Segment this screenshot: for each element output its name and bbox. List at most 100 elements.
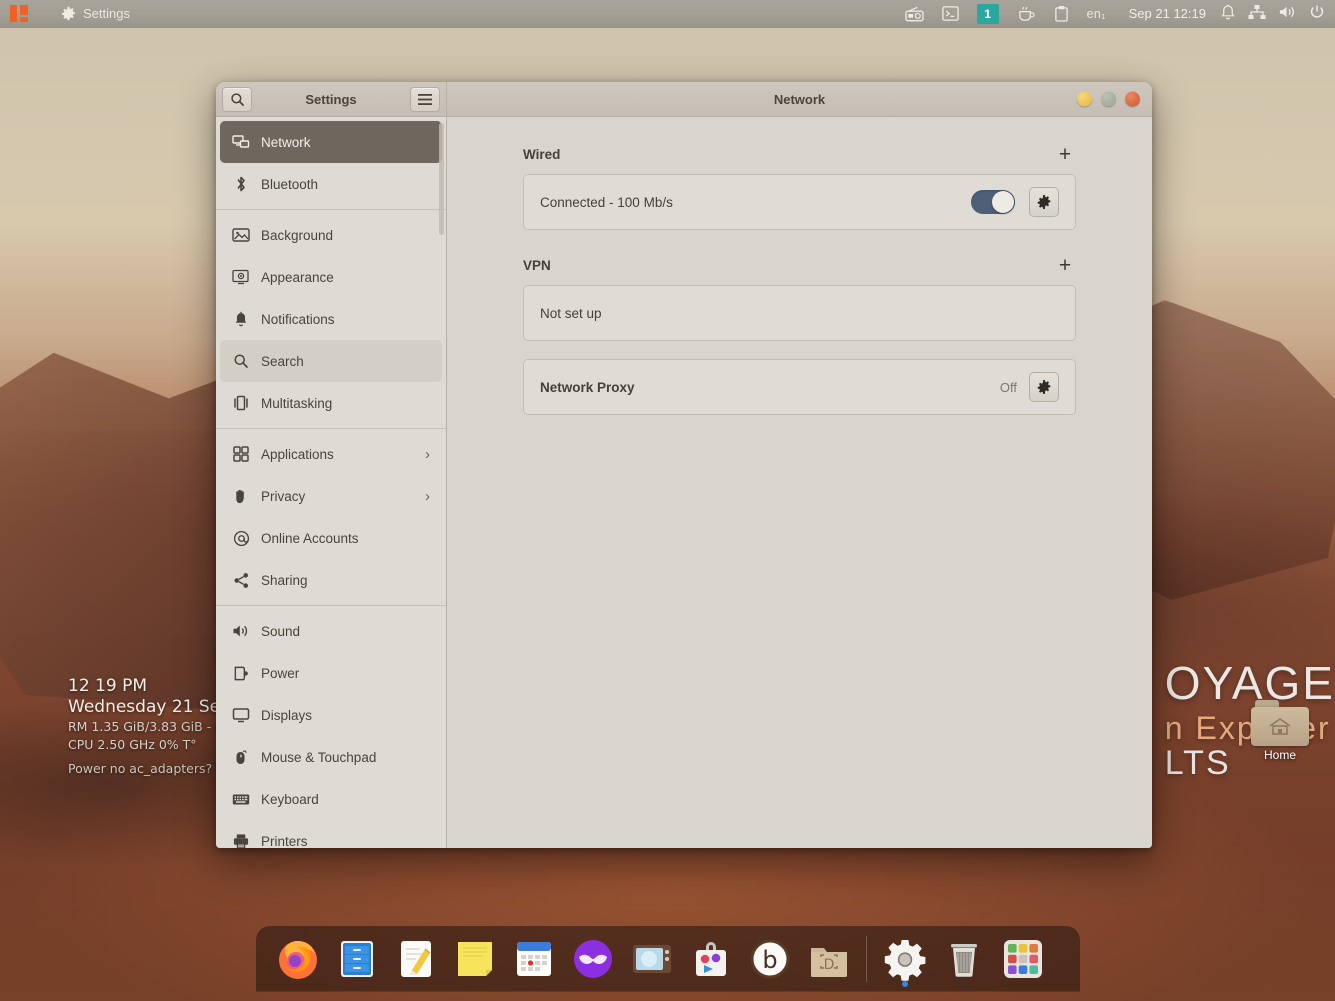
minimize-button[interactable] <box>1077 92 1092 107</box>
sidebar-item-notifications[interactable]: Notifications <box>220 298 442 340</box>
language-indicator[interactable]: en₁ <box>1087 7 1106 21</box>
search-button[interactable] <box>222 87 252 112</box>
sidebar-item-label: Multitasking <box>261 396 430 411</box>
clipboard-icon[interactable] <box>1054 5 1069 22</box>
sidebar-item-label: Appearance <box>261 270 430 285</box>
volume-icon[interactable] <box>1278 4 1297 23</box>
settings-sidebar[interactable]: Network Bluetooth <box>216 117 447 848</box>
sidebar-headerbar: Settings <box>216 82 447 116</box>
conky-date: Wednesday 21 Sep <box>68 697 237 718</box>
sidebar-item-label: Keyboard <box>261 792 430 807</box>
sidebar-item-sharing[interactable]: Sharing <box>220 559 442 601</box>
sidebar-item-network[interactable]: Network <box>220 121 442 163</box>
sidebar-item-applications[interactable]: Applications › <box>220 433 442 475</box>
dock-item-settings[interactable] <box>878 933 931 986</box>
dock-item-files[interactable] <box>330 933 383 986</box>
sidebar-separator <box>216 605 446 606</box>
dock-item-boxes[interactable]: b <box>743 933 796 986</box>
background-image-icon <box>232 226 250 244</box>
active-app-menu[interactable]: Settings <box>61 6 130 21</box>
sidebar-separator <box>216 428 446 429</box>
network-proxy-settings-button[interactable] <box>1029 372 1059 402</box>
wired-settings-button[interactable] <box>1029 187 1059 217</box>
svg-text:b: b <box>762 946 777 974</box>
wired-title: Wired <box>523 147 560 162</box>
printer-icon <box>232 832 250 848</box>
add-wired-connection-button[interactable]: + <box>1054 143 1076 165</box>
dock-item-media-player[interactable] <box>625 933 678 986</box>
clock[interactable]: Sep 21 12:19 <box>1129 6 1206 21</box>
search-icon <box>232 352 250 370</box>
vpn-row[interactable]: Not set up <box>524 286 1075 340</box>
close-button[interactable] <box>1125 92 1140 107</box>
conky-system-monitor: 12 19 PM Wednesday 21 Sep RM 1.35 GiB/3.… <box>68 676 237 776</box>
wired-section-header: Wired + <box>523 143 1076 165</box>
power-icon[interactable] <box>1309 4 1325 23</box>
dock-item-mask-app[interactable] <box>566 933 619 986</box>
sidebar-item-label: Printers <box>261 834 430 849</box>
sidebar-item-label: Sound <box>261 624 430 639</box>
d-folder-icon: D <box>807 937 851 981</box>
network-icon[interactable] <box>1248 4 1266 23</box>
wired-status-label: Connected - 100 Mb/s <box>540 195 971 210</box>
sidebar-item-printers[interactable]: Printers <box>220 820 442 848</box>
bluetooth-icon <box>232 175 250 193</box>
dock-item-firefox[interactable] <box>271 933 324 986</box>
ubuntu-squares-logo[interactable] <box>10 5 36 22</box>
sidebar-item-keyboard[interactable]: Keyboard <box>220 778 442 820</box>
sidebar-item-background[interactable]: Background <box>220 214 442 256</box>
dock-item-text-editor[interactable] <box>389 933 442 986</box>
network-settings-panel: Wired + Connected - 100 Mb/s <box>447 117 1152 848</box>
sidebar-item-multitasking[interactable]: Multitasking <box>220 382 442 424</box>
sidebar-item-label: Background <box>261 228 430 243</box>
sidebar-item-online-accounts[interactable]: Online Accounts <box>220 517 442 559</box>
dock-item-trash[interactable] <box>937 933 990 986</box>
coffee-icon[interactable] <box>1017 5 1036 22</box>
radio-icon[interactable] <box>905 6 924 22</box>
sidebar-scrollbar[interactable] <box>439 123 444 235</box>
dock-item-notes[interactable] <box>448 933 501 986</box>
sidebar-item-search[interactable]: Search <box>220 340 442 382</box>
wired-connection-row[interactable]: Connected - 100 Mb/s <box>524 175 1075 229</box>
terminal-icon[interactable] <box>942 5 959 22</box>
firefox-icon <box>276 937 320 981</box>
desktop-icon-home[interactable]: Home <box>1240 700 1320 762</box>
dock-item-documents-folder[interactable]: D <box>802 933 855 986</box>
system-top-bar: Settings 1 en₁ Sep 21 <box>0 0 1335 28</box>
sidebar-item-label: Search <box>261 354 430 369</box>
add-vpn-button[interactable]: + <box>1054 254 1076 276</box>
sidebar-item-label: Power <box>261 666 430 681</box>
dock-separator <box>866 936 867 982</box>
appearance-icon <box>232 268 250 286</box>
multitasking-icon <box>232 394 250 412</box>
gear-icon <box>1036 379 1052 395</box>
main-menu-button[interactable] <box>410 87 440 112</box>
gear-icon <box>61 6 76 21</box>
notepad-pencil-icon <box>394 937 438 981</box>
sidebar-item-label: Sharing <box>261 573 430 588</box>
sidebar-item-label: Online Accounts <box>261 531 430 546</box>
sidebar-item-power[interactable]: Power <box>220 652 442 694</box>
dock-item-show-applications[interactable] <box>996 933 1049 986</box>
dock-item-calendar[interactable] <box>507 933 560 986</box>
app-grid-icon <box>1001 937 1045 981</box>
settings-window: Settings Network <box>216 82 1152 848</box>
sidebar-item-sound[interactable]: Sound <box>220 610 442 652</box>
display-monitor-icon <box>232 706 250 724</box>
sidebar-item-label: Notifications <box>261 312 430 327</box>
sidebar-item-appearance[interactable]: Appearance <box>220 256 442 298</box>
notifications-bell-icon[interactable] <box>1220 4 1236 24</box>
dock-item-software-center[interactable] <box>684 933 737 986</box>
maximize-button[interactable] <box>1101 92 1116 107</box>
workspace-number: 1 <box>977 4 999 24</box>
chevron-right-icon: › <box>425 446 430 463</box>
workspace-indicator[interactable]: 1 <box>977 4 999 24</box>
sidebar-item-bluetooth[interactable]: Bluetooth <box>220 163 442 205</box>
sidebar-item-mouse-touchpad[interactable]: Mouse & Touchpad <box>220 736 442 778</box>
network-proxy-row[interactable]: Network Proxy Off <box>524 360 1075 414</box>
trash-can-icon <box>942 937 986 981</box>
sidebar-item-displays[interactable]: Displays <box>220 694 442 736</box>
wired-toggle[interactable] <box>971 190 1015 214</box>
sidebar-item-privacy[interactable]: Privacy › <box>220 475 442 517</box>
share-nodes-icon <box>232 571 250 589</box>
